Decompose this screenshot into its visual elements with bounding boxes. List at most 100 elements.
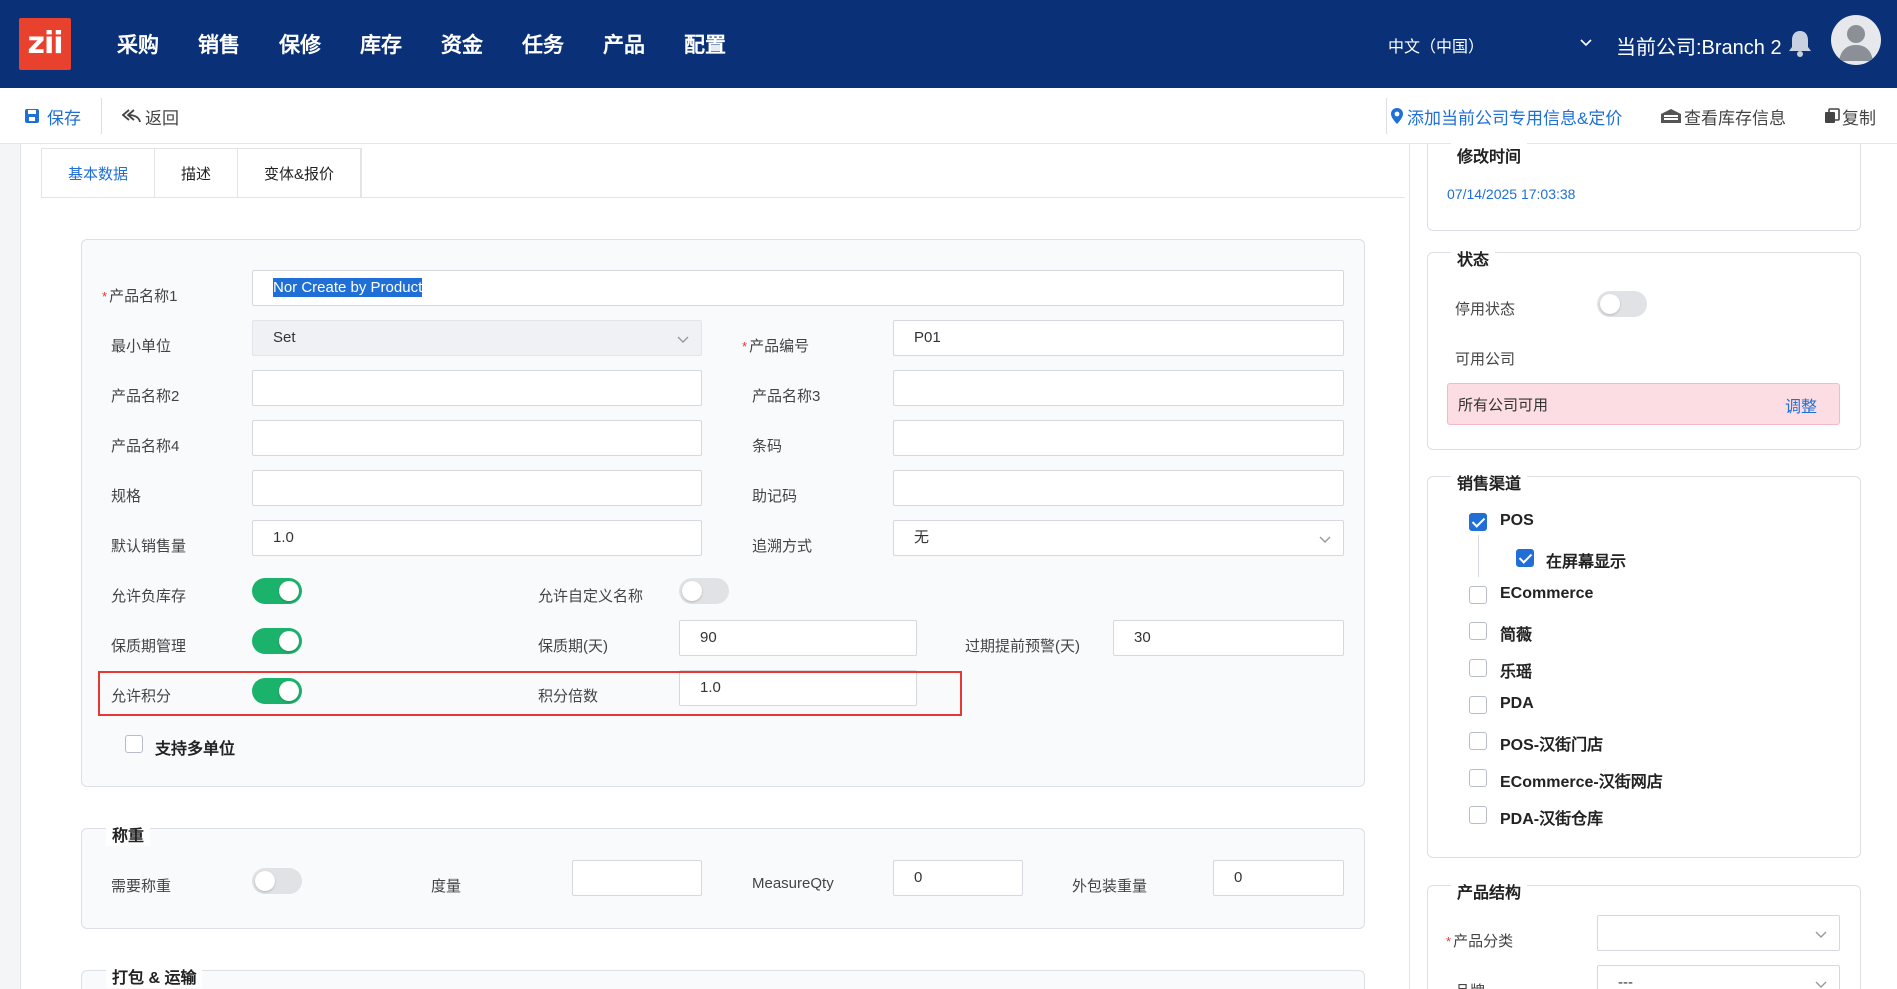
channel-label-pos-hanjie: POS-汉街门店 xyxy=(1500,737,1604,754)
weighing-title: 称重 xyxy=(106,822,151,846)
allow-negative-label: 允许负库存 xyxy=(111,588,187,605)
copy-button[interactable]: 复制 xyxy=(1824,88,1876,144)
bell-icon[interactable] xyxy=(1786,28,1814,58)
copy-icon xyxy=(1825,108,1840,123)
shelf-life-days-input[interactable]: 90 xyxy=(679,620,917,656)
all-companies-text: 所有公司可用 xyxy=(1458,397,1549,414)
add-company-info-button[interactable]: 添加当前公司专用信息&定价 xyxy=(1390,88,1622,144)
outer-weight-label: 外包装重量 xyxy=(1072,878,1148,895)
menu-item-products[interactable]: 产品 xyxy=(603,29,645,59)
allow-custom-name-toggle[interactable] xyxy=(679,578,729,604)
main-menu: 采购 销售 保修 库存 资金 任务 产品 配置 xyxy=(117,0,765,88)
category-select[interactable] xyxy=(1597,915,1840,951)
menu-item-tasks[interactable]: 任务 xyxy=(522,29,564,59)
adjust-link[interactable]: 调整 xyxy=(1785,393,1817,417)
view-stock-button[interactable]: 查看库存信息 xyxy=(1660,88,1786,144)
tab-basic-data[interactable]: 基本数据 xyxy=(42,149,156,198)
channel-label-pda-hanjie: PDA-汉街仓库 xyxy=(1500,811,1604,828)
channel-checkbox-pos-hanjie[interactable] xyxy=(1469,732,1487,750)
channel-checkbox-pda-hanjie[interactable] xyxy=(1469,806,1487,824)
allow-negative-toggle[interactable] xyxy=(252,578,302,604)
modified-time-title: 修改时间 xyxy=(1451,143,1528,167)
form-tabs: 基本数据 描述 变体&报价 xyxy=(41,148,363,198)
brand-value: --- xyxy=(1618,974,1633,989)
product-code-label: 产品编号 xyxy=(742,335,809,356)
barcode-input[interactable] xyxy=(893,420,1344,456)
measure-input[interactable] xyxy=(572,860,702,896)
language-selector[interactable]: 中文（中国） xyxy=(1388,33,1484,57)
chevron-down-icon xyxy=(1319,536,1331,543)
multi-unit-checkbox[interactable] xyxy=(125,735,143,753)
product-name4-input[interactable] xyxy=(252,420,702,456)
menu-item-inventory[interactable]: 库存 xyxy=(360,29,402,59)
back-button[interactable]: 返回 xyxy=(122,88,179,144)
spec-label: 规格 xyxy=(111,488,142,505)
menu-item-sales[interactable]: 销售 xyxy=(198,29,240,59)
channel-checkbox-pos[interactable] xyxy=(1469,513,1487,531)
product-code-input[interactable]: P01 xyxy=(893,320,1344,356)
menu-item-funds[interactable]: 资金 xyxy=(441,29,483,59)
channel-checkbox-jianwei[interactable] xyxy=(1469,622,1487,640)
tree-line xyxy=(1478,535,1479,577)
spec-input[interactable] xyxy=(252,470,702,506)
channel-label-ecommerce: ECommerce xyxy=(1500,585,1594,602)
save-button[interactable]: 保存 xyxy=(24,88,81,144)
min-unit-select[interactable]: Set xyxy=(252,320,702,356)
sales-channels-title: 销售渠道 xyxy=(1451,470,1528,494)
menu-item-purchase[interactable]: 采购 xyxy=(117,29,159,59)
tab-description[interactable]: 描述 xyxy=(155,149,239,198)
user-avatar[interactable] xyxy=(1831,15,1881,65)
channel-label-pda: PDA xyxy=(1500,695,1534,712)
channel-label-leyao: 乐瑶 xyxy=(1500,664,1533,681)
channel-label-ecommerce-hanjie: ECommerce-汉街网店 xyxy=(1500,774,1663,791)
min-unit-label: 最小单位 xyxy=(111,338,172,355)
copy-label: 复制 xyxy=(1842,108,1876,128)
tabs-divider xyxy=(41,197,1405,198)
map-marker-icon xyxy=(1391,108,1403,124)
channel-checkbox-leyao[interactable] xyxy=(1469,659,1487,677)
chevron-down-icon[interactable] xyxy=(1580,36,1592,48)
back-label: 返回 xyxy=(145,108,179,128)
available-company-label: 可用公司 xyxy=(1455,351,1516,368)
left-gutter xyxy=(0,144,20,989)
channel-label-pos: POS xyxy=(1500,512,1534,529)
product-structure-title: 产品结构 xyxy=(1451,879,1528,903)
chevron-down-icon xyxy=(1815,981,1827,988)
disabled-toggle[interactable] xyxy=(1597,291,1647,317)
shelf-life-mgmt-toggle[interactable] xyxy=(252,628,302,654)
outer-weight-input[interactable]: 0 xyxy=(1213,860,1344,896)
expiry-warning-label: 过期提前预警(天) xyxy=(965,638,1080,655)
app-logo[interactable]: zii xyxy=(19,18,71,70)
menu-item-warranty[interactable]: 保修 xyxy=(279,29,321,59)
menu-item-config[interactable]: 配置 xyxy=(684,29,726,59)
channel-checkbox-ecommerce-hanjie[interactable] xyxy=(1469,769,1487,787)
product-name2-input[interactable] xyxy=(252,370,702,406)
current-company[interactable]: 当前公司:Branch 2 xyxy=(1616,31,1782,60)
channel-label-onscreen: 在屏幕显示 xyxy=(1546,554,1627,571)
save-label: 保存 xyxy=(47,108,81,128)
expiry-warning-input[interactable]: 30 xyxy=(1113,620,1344,656)
need-weigh-label: 需要称重 xyxy=(111,878,172,895)
measure-qty-input[interactable]: 0 xyxy=(893,860,1023,896)
brand-select[interactable]: --- xyxy=(1597,965,1840,989)
multi-unit-label: 支持多单位 xyxy=(155,741,236,758)
status-title: 状态 xyxy=(1451,246,1496,270)
chevron-down-icon xyxy=(1815,931,1827,938)
mnemonic-input[interactable] xyxy=(893,470,1344,506)
tracking-select[interactable]: 无 xyxy=(893,520,1344,556)
view-stock-label: 查看库存信息 xyxy=(1684,108,1786,128)
need-weigh-toggle[interactable] xyxy=(252,868,302,894)
tab-variants-pricing[interactable]: 变体&报价 xyxy=(238,149,362,198)
tracking-value: 无 xyxy=(914,529,930,546)
product-name3-input[interactable] xyxy=(893,370,1344,406)
default-qty-label: 默认销售量 xyxy=(111,538,187,555)
channel-checkbox-ecommerce[interactable] xyxy=(1469,586,1487,604)
category-label: 产品分类 xyxy=(1446,930,1513,951)
channel-checkbox-onscreen[interactable] xyxy=(1516,549,1534,567)
channel-checkbox-pda[interactable] xyxy=(1469,696,1487,714)
default-qty-input[interactable]: 1.0 xyxy=(252,520,702,556)
add-company-info-label: 添加当前公司专用信息&定价 xyxy=(1407,108,1623,128)
product-name1-input[interactable]: Nor Create by Product xyxy=(252,270,1344,306)
sales-channels-section xyxy=(1427,476,1861,858)
user-icon xyxy=(1839,25,1873,61)
